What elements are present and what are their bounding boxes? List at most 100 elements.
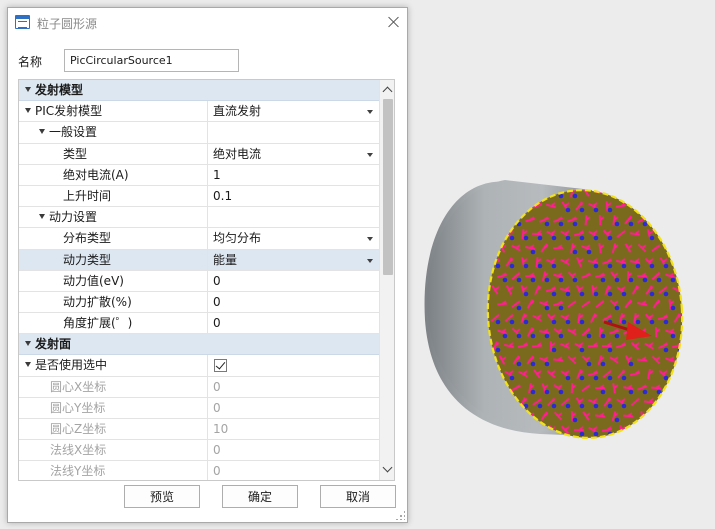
particle-dot	[670, 417, 676, 423]
particle-dot	[495, 319, 501, 325]
property-value-cell[interactable]: 0	[209, 292, 379, 312]
scroll-thumb[interactable]	[383, 99, 393, 275]
category-row[interactable]: 发射面	[19, 334, 379, 356]
name-input[interactable]	[64, 49, 239, 72]
dialog-title: 粒子圆形源	[37, 17, 98, 31]
particle-dot	[642, 389, 648, 395]
property-value-cell[interactable]: 直流发射	[209, 101, 379, 121]
property-row[interactable]: 法线X坐标 0	[19, 440, 379, 462]
dropdown-arrow-icon[interactable]	[367, 110, 373, 115]
property-name-cell[interactable]: 上升时间	[19, 185, 208, 207]
collapse-icon[interactable]	[39, 214, 45, 220]
property-name-cell[interactable]: 分布类型	[19, 228, 208, 249]
property-row[interactable]: 动力类型 能量	[19, 249, 379, 271]
property-value-cell[interactable]: 10	[209, 419, 379, 439]
property-row[interactable]: 圆心Z坐标 10	[19, 419, 379, 441]
property-label: 是否使用选中	[35, 358, 108, 373]
cancel-button[interactable]: 取消	[320, 485, 396, 508]
particle-dot	[565, 235, 571, 241]
particle-trace	[671, 202, 683, 209]
category-row[interactable]: 发射模型	[19, 80, 379, 102]
property-row[interactable]: 圆心Y坐标 0	[19, 397, 379, 419]
property-value-cell[interactable]: 1	[209, 165, 379, 185]
property-value: 能量	[213, 252, 238, 267]
property-name-cell[interactable]: 一般设置	[19, 122, 208, 143]
collapse-icon[interactable]	[39, 129, 45, 135]
particle-dot	[544, 361, 550, 367]
scroll-down-arrow-icon[interactable]	[380, 462, 394, 478]
particle-dot	[551, 263, 557, 269]
property-row[interactable]: 法线Y坐标 0	[19, 461, 379, 480]
property-row[interactable]: 类型 绝对电流	[19, 143, 379, 165]
property-name-cell[interactable]: 类型	[19, 143, 208, 164]
property-value-cell[interactable]: 0	[209, 377, 379, 397]
property-row[interactable]: 是否使用选中	[19, 355, 379, 377]
property-name-cell[interactable]: 圆心Z坐标	[19, 419, 208, 440]
particle-dot	[600, 333, 606, 339]
property-name-cell[interactable]: PIC发射模型	[19, 101, 208, 122]
vertical-scrollbar[interactable]	[379, 80, 394, 480]
ok-button[interactable]: 确定	[222, 485, 298, 508]
scroll-up-arrow-icon[interactable]	[380, 82, 394, 98]
property-name-cell[interactable]: 绝对电流(A)	[19, 164, 208, 185]
particle-trace	[668, 410, 675, 422]
property-name-cell[interactable]: 圆心X坐标	[19, 376, 208, 397]
property-name-cell[interactable]: 动力设置	[19, 207, 208, 228]
property-name-cell[interactable]: 法线Y坐标	[19, 461, 208, 480]
property-value-cell[interactable]: 均匀分布	[209, 228, 379, 248]
property-value-cell[interactable]	[209, 355, 379, 375]
property-value-cell[interactable]: 绝对电流	[209, 144, 379, 164]
dropdown-arrow-icon[interactable]	[367, 237, 373, 242]
property-value-cell[interactable]: 0	[209, 440, 379, 460]
property-value-cell[interactable]: 0	[209, 398, 379, 418]
property-value-cell[interactable]: 0.1	[209, 186, 379, 206]
group-row[interactable]: 动力设置	[19, 207, 379, 229]
particle-dot	[502, 333, 508, 339]
particle-dot	[607, 263, 613, 269]
collapse-icon[interactable]	[25, 362, 31, 368]
property-row[interactable]: PIC发射模型 直流发射	[19, 101, 379, 123]
particle-dot	[663, 347, 669, 353]
particle-dot	[628, 221, 634, 227]
property-name-cell[interactable]: 法线X坐标	[19, 440, 208, 461]
property-row[interactable]: 上升时间 0.1	[19, 185, 379, 208]
particle-dot	[495, 347, 501, 353]
property-value-cell[interactable]: 0	[209, 313, 379, 333]
property-name-cell[interactable]: 动力值(eV)	[19, 270, 208, 291]
property-row[interactable]: 分布类型 均匀分布	[19, 228, 379, 250]
property-row[interactable]: 角度扩展(゜) 0	[19, 313, 379, 335]
particle-trace	[658, 426, 668, 434]
property-value-cell[interactable]: 0	[209, 271, 379, 291]
property-row[interactable]: 绝对电流(A) 1	[19, 164, 379, 186]
collapse-icon[interactable]	[25, 108, 31, 114]
property-label: 动力类型	[63, 252, 112, 267]
group-row[interactable]: 一般设置	[19, 122, 379, 144]
dropdown-arrow-icon[interactable]	[367, 258, 373, 263]
property-row[interactable]: 动力值(eV) 0	[19, 270, 379, 292]
particle-circular-source-dialog: 粒子圆形源 名称 发射模型 PIC发射模型 直流发射一般设置类型 绝对电流绝对电流(A…	[7, 7, 408, 523]
dropdown-arrow-icon[interactable]	[367, 152, 373, 157]
property-row[interactable]: 动力扩散(%) 0	[19, 291, 379, 314]
preview-button[interactable]: 预览	[124, 485, 200, 508]
property-value-cell[interactable]	[209, 207, 379, 227]
property-name-cell[interactable]: 角度扩展(゜)	[19, 313, 208, 334]
use-selection-checkbox[interactable]	[214, 359, 227, 373]
collapse-icon[interactable]	[25, 341, 31, 347]
collapse-icon[interactable]	[25, 87, 31, 92]
property-value-cell[interactable]: 能量	[209, 250, 379, 270]
property-name-cell[interactable]: 圆心Y坐标	[19, 397, 208, 418]
particle-dot	[684, 221, 690, 227]
particle-dot	[684, 417, 690, 423]
property-name-cell[interactable]: 动力扩散(%)	[19, 291, 208, 313]
particle-dot	[544, 333, 550, 339]
property-value-cell[interactable]	[209, 122, 379, 142]
particle-dot	[544, 305, 550, 311]
property-value-cell[interactable]: 0	[209, 461, 379, 480]
property-row[interactable]: 圆心X坐标 0	[19, 376, 379, 398]
resize-grip-icon[interactable]	[395, 510, 405, 520]
close-icon[interactable]	[386, 14, 402, 30]
property-name-cell[interactable]: 动力类型	[19, 249, 208, 270]
property-name-cell[interactable]: 是否使用选中	[19, 355, 208, 376]
particle-dot	[593, 235, 599, 241]
particle-dot	[523, 263, 529, 269]
